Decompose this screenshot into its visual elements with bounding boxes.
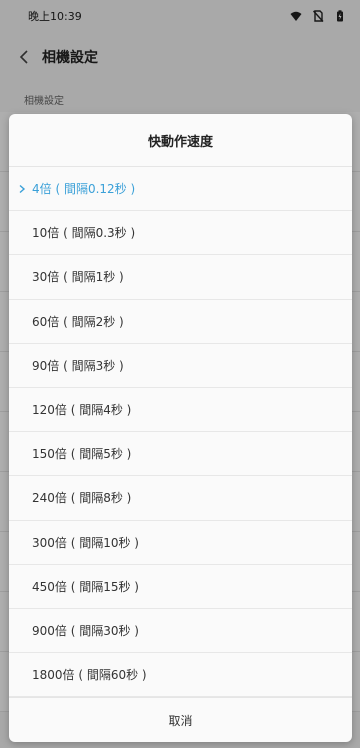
speed-option[interactable]: 4倍 ( 間隔0.12秒 )	[9, 167, 352, 212]
speed-option-label: 30倍 ( 間隔1秒 )	[32, 270, 124, 285]
speed-option[interactable]: 10倍 ( 間隔0.3秒 )	[9, 211, 352, 256]
speed-option[interactable]: 1800倍 ( 間隔60秒 )	[9, 653, 352, 698]
speed-option[interactable]: 60倍 ( 間隔2秒 )	[9, 300, 352, 344]
speed-option-label: 60倍 ( 間隔2秒 )	[32, 314, 124, 329]
cancel-button[interactable]: 取消	[9, 697, 352, 742]
speed-option-label: 1800倍 ( 間隔60秒 )	[32, 668, 147, 683]
speed-option[interactable]: 900倍 ( 間隔30秒 )	[9, 609, 352, 654]
speed-option[interactable]: 30倍 ( 間隔1秒 )	[9, 255, 352, 300]
speed-option-label: 300倍 ( 間隔10秒 )	[32, 535, 139, 550]
speed-options-list: 4倍 ( 間隔0.12秒 ) 10倍 ( 間隔0.3秒 ) 30倍 ( 間隔1秒…	[9, 167, 352, 698]
speed-option[interactable]: 150倍 ( 間隔5秒 )	[9, 432, 352, 477]
speed-option-label: 10倍 ( 間隔0.3秒 )	[32, 226, 136, 241]
chevron-right-icon	[19, 184, 26, 193]
speed-option-label: 150倍 ( 間隔5秒 )	[32, 447, 132, 462]
speed-option[interactable]: 240倍 ( 間隔8秒 )	[9, 476, 352, 521]
speed-option[interactable]: 300倍 ( 間隔10秒 )	[9, 521, 352, 565]
speed-option-label: 240倍 ( 間隔8秒 )	[32, 491, 132, 506]
speed-option[interactable]: 450倍 ( 間隔15秒 )	[9, 565, 352, 609]
speed-option[interactable]: 120倍 ( 間隔4秒 )	[9, 388, 352, 433]
speed-option[interactable]: 90倍 ( 間隔3秒 )	[9, 344, 352, 388]
speed-option-label: 900倍 ( 間隔30秒 )	[32, 623, 139, 638]
speed-option-label: 450倍 ( 間隔15秒 )	[32, 579, 139, 594]
speed-option-label: 4倍 ( 間隔0.12秒 )	[32, 182, 136, 197]
speed-option-label: 90倍 ( 間隔3秒 )	[32, 358, 124, 373]
dialog-title: 快動作速度	[9, 114, 352, 167]
speed-option-label: 120倍 ( 間隔4秒 )	[32, 403, 132, 418]
timelapse-speed-dialog: 快動作速度 4倍 ( 間隔0.12秒 ) 10倍 ( 間隔0.3秒 ) 30倍 …	[9, 114, 352, 742]
